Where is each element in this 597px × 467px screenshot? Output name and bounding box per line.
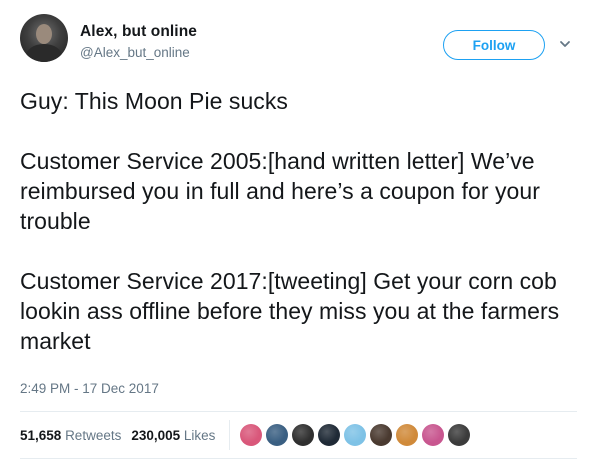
- author-avatar[interactable]: [20, 14, 68, 62]
- liker-avatar-6[interactable]: [370, 424, 393, 446]
- stats-separator: [229, 420, 231, 450]
- tweet-timestamp[interactable]: 2:49 PM - 17 Dec 2017: [20, 381, 159, 396]
- retweets-label: Retweets: [65, 427, 122, 443]
- liker-avatar-9[interactable]: [448, 424, 471, 446]
- retweets-count: 51,658: [20, 427, 62, 443]
- follow-button[interactable]: Follow: [443, 30, 545, 60]
- liker-avatar-5[interactable]: [344, 424, 367, 446]
- liker-avatar-7[interactable]: [396, 424, 419, 446]
- likes-label: Likes: [183, 427, 216, 443]
- tweet-text: Guy: This Moon Pie sucks Customer Servic…: [20, 88, 560, 354]
- liker-avatar-1[interactable]: [240, 424, 263, 446]
- tweet-header: Alex, but online @Alex_but_online Follow: [20, 14, 577, 74]
- liker-avatars: [240, 424, 474, 446]
- tweet-stats: 51,658 Retweets 230,005 Likes: [20, 412, 577, 458]
- liker-avatar-4[interactable]: [318, 424, 341, 446]
- chevron-down-icon[interactable]: [559, 38, 571, 50]
- author-display-name[interactable]: Alex, but online: [80, 22, 197, 42]
- author-names: Alex, but online @Alex_but_online: [80, 22, 197, 62]
- avatar-shoulders: [26, 44, 62, 62]
- likes-stat[interactable]: 230,005 Likes: [131, 428, 215, 443]
- liker-avatar-2[interactable]: [266, 424, 289, 446]
- likes-count: 230,005: [131, 427, 181, 443]
- tweet-card: Alex, but online @Alex_but_online Follow…: [0, 0, 597, 467]
- stats-bottom-divider: [20, 458, 577, 459]
- author-handle[interactable]: @Alex_but_online: [80, 44, 197, 62]
- liker-avatar-3[interactable]: [292, 424, 315, 446]
- liker-avatar-8[interactable]: [422, 424, 445, 446]
- retweets-stat[interactable]: 51,658 Retweets: [20, 428, 121, 443]
- avatar-face: [36, 24, 52, 44]
